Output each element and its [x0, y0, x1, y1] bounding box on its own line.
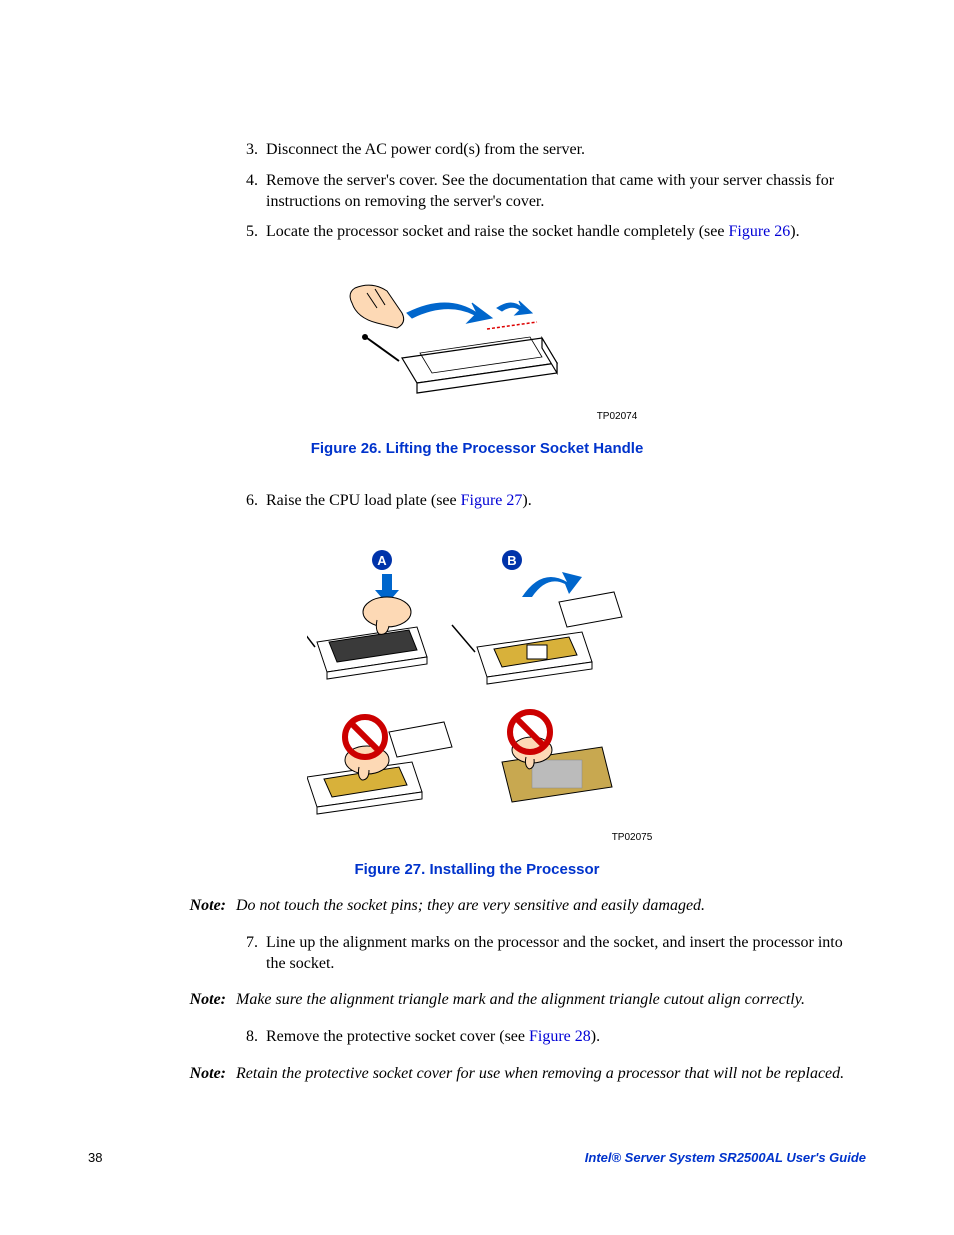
figure-tp-number: TP02075 [398, 832, 866, 843]
page-number: 38 [88, 1150, 102, 1165]
step-text: Raise the CPU load plate (see Figure 27)… [266, 491, 866, 512]
step-5: 5. Locate the processor socket and raise… [228, 222, 866, 243]
socket-handle-illustration [347, 273, 607, 423]
figure-27-link[interactable]: Figure 27 [461, 492, 523, 509]
note-label: Note: [88, 990, 236, 1011]
step-pre: Remove the protective socket cover (see [266, 1028, 529, 1045]
step-number: 5. [228, 222, 266, 243]
figure-26: TP02074 [88, 273, 866, 422]
figure-26-caption: Figure 26. Lifting the Processor Socket … [88, 440, 866, 457]
note-text: Do not touch the socket pins; they are v… [236, 896, 866, 917]
figure-27-caption: Figure 27. Installing the Processor [88, 861, 866, 878]
step-number: 4. [228, 171, 266, 213]
step-8: 8. Remove the protective socket cover (s… [228, 1027, 866, 1048]
step-4: 4. Remove the server's cover. See the do… [228, 171, 866, 213]
note-2: Note: Make sure the alignment triangle m… [88, 990, 866, 1011]
step-text: Line up the alignment marks on the proce… [266, 933, 866, 975]
footer-title: Intel® Server System SR2500AL User's Gui… [585, 1150, 866, 1165]
step-3: 3. Disconnect the AC power cord(s) from … [228, 140, 866, 161]
step-number: 8. [228, 1027, 266, 1048]
step-number: 6. [228, 491, 266, 512]
step-number: 3. [228, 140, 266, 161]
note-text: Make sure the alignment triangle mark an… [236, 990, 866, 1011]
note-label: Note: [88, 1064, 236, 1085]
step-text: Disconnect the AC power cord(s) from the… [266, 140, 866, 161]
step-post: ). [522, 492, 531, 509]
figure-tp-number: TP02074 [368, 411, 866, 422]
page-footer: 38 Intel® Server System SR2500AL User's … [88, 1150, 866, 1165]
ordered-list-cont: 8. Remove the protective socket cover (s… [228, 1027, 866, 1048]
step-post: ). [591, 1028, 600, 1045]
figure-27: A B [88, 542, 866, 843]
note-3: Note: Retain the protective socket cover… [88, 1064, 866, 1085]
label-b: B [507, 553, 516, 568]
step-7: 7. Line up the alignment marks on the pr… [228, 933, 866, 975]
step-pre: Raise the CPU load plate (see [266, 492, 461, 509]
step-number: 7. [228, 933, 266, 975]
page-content: 3. Disconnect the AC power cord(s) from … [88, 140, 866, 1175]
ordered-list-cont: 7. Line up the alignment marks on the pr… [228, 933, 866, 975]
label-a: A [377, 553, 387, 568]
note-label: Note: [88, 896, 236, 917]
note-text: Retain the protective socket cover for u… [236, 1064, 866, 1085]
step-6: 6. Raise the CPU load plate (see Figure … [228, 491, 866, 512]
ordered-list: 3. Disconnect the AC power cord(s) from … [228, 140, 866, 243]
figure-26-link[interactable]: Figure 26 [728, 223, 790, 240]
ordered-list-cont: 6. Raise the CPU load plate (see Figure … [228, 491, 866, 512]
step-pre: Locate the processor socket and raise th… [266, 223, 728, 240]
step-text: Remove the protective socket cover (see … [266, 1027, 866, 1048]
install-processor-illustration: A B [307, 542, 647, 842]
step-text: Remove the server's cover. See the docum… [266, 171, 866, 213]
note-1: Note: Do not touch the socket pins; they… [88, 896, 866, 917]
figure-28-link[interactable]: Figure 28 [529, 1028, 591, 1045]
step-text: Locate the processor socket and raise th… [266, 222, 866, 243]
step-post: ). [790, 223, 799, 240]
